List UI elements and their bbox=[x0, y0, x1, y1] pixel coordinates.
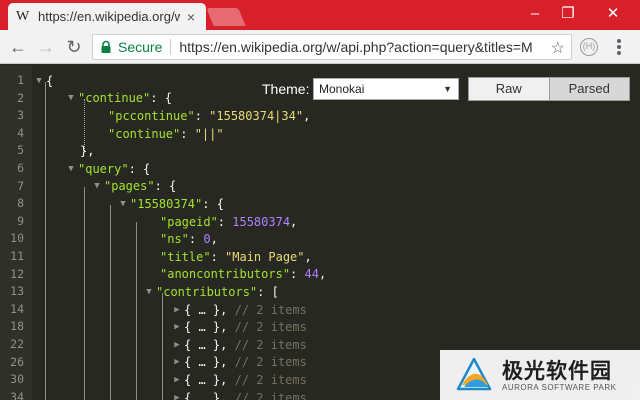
theme-select-value: Monokai bbox=[319, 82, 365, 96]
collapsed-contributor-row[interactable]: ▶{ … }, // 2 items bbox=[170, 354, 307, 372]
collapsed-contributor-row[interactable]: ▶{ … }, // 2 items bbox=[170, 318, 307, 336]
indent-guide bbox=[45, 82, 46, 400]
line-number: 30 bbox=[10, 372, 24, 387]
expand-arrow-icon[interactable]: ▶ bbox=[170, 340, 184, 350]
line-number-gutter: 1 2 3 4 5 6 7 8 9 10 11 12 13 14 18 22 26 30 34 bbox=[0, 65, 32, 400]
reload-button[interactable]: ↻ bbox=[64, 37, 84, 57]
code-line: ▼{ bbox=[32, 72, 53, 90]
indent-guide bbox=[136, 222, 137, 400]
line-number: 13 bbox=[10, 284, 24, 299]
line-number: 12 bbox=[10, 266, 24, 281]
line-number: 5 bbox=[17, 143, 24, 158]
new-tab-button[interactable] bbox=[206, 8, 246, 26]
tab-close-icon[interactable]: × bbox=[184, 9, 198, 25]
code-line: "continue": "||" bbox=[108, 126, 224, 141]
theme-label: Theme: bbox=[262, 81, 310, 97]
code-line: ▼ "pages": { bbox=[90, 178, 176, 196]
tab-strip: W https://en.wikipedia.org/w/api.php × –… bbox=[0, 0, 640, 30]
line-number: 22 bbox=[10, 337, 24, 351]
url-text[interactable]: https://en.wikipedia.org/w/api.php?actio… bbox=[179, 39, 571, 55]
collapse-arrow-icon[interactable]: ▼ bbox=[32, 76, 46, 86]
line-number: 18 bbox=[10, 319, 24, 334]
expand-arrow-icon[interactable]: ▶ bbox=[170, 393, 184, 400]
wikipedia-favicon-icon: W bbox=[16, 8, 30, 24]
line-number: 1 bbox=[17, 73, 24, 87]
line-number: 26 bbox=[10, 354, 24, 369]
forward-button[interactable]: → bbox=[36, 37, 56, 57]
expand-arrow-icon[interactable]: ▶ bbox=[170, 357, 184, 367]
line-number: 4 bbox=[17, 125, 24, 140]
code-line: "pccontinue": "15580374|34", bbox=[108, 108, 311, 123]
line-number: 34 bbox=[10, 389, 24, 400]
parsed-button[interactable]: Parsed bbox=[548, 78, 629, 100]
watermark: 极光软件园 AURORA SOFTWARE PARK bbox=[440, 350, 640, 400]
line-number: 14 bbox=[10, 301, 24, 316]
code-line: "pageid": 15580374, bbox=[160, 214, 298, 229]
collapsed-contributor-row[interactable]: ▶{ … }, // 2 items bbox=[170, 371, 307, 389]
indent-guide bbox=[110, 205, 111, 400]
collapsed-contributor-row[interactable]: ▶{ … }, // 2 items bbox=[170, 336, 307, 354]
collapse-arrow-icon[interactable]: ▼ bbox=[64, 93, 78, 103]
watermark-en: AURORA SOFTWARE PARK bbox=[502, 383, 617, 392]
watermark-cn: 极光软件园 bbox=[502, 360, 612, 383]
collapse-arrow-icon[interactable]: ▼ bbox=[90, 181, 104, 191]
collapse-arrow-icon[interactable]: ▼ bbox=[64, 164, 78, 174]
close-window-button[interactable]: ✕ bbox=[598, 4, 628, 24]
code-line: ▼ "continue": { bbox=[64, 90, 172, 108]
collapse-arrow-icon[interactable]: ▼ bbox=[116, 199, 130, 209]
collapse-arrow-icon[interactable]: ▼ bbox=[142, 287, 156, 297]
line-number: 2 bbox=[17, 90, 24, 105]
expand-arrow-icon[interactable]: ▶ bbox=[170, 305, 184, 315]
minimize-button[interactable]: – bbox=[520, 4, 550, 24]
bookmark-star-icon[interactable]: ☆ bbox=[551, 38, 565, 58]
code-line: "title": "Main Page", bbox=[160, 249, 312, 264]
line-number: 11 bbox=[10, 249, 24, 263]
code-line: "ns": 0, bbox=[160, 232, 218, 247]
collapsed-contributor-row[interactable]: ▶{ … }, // 2 items bbox=[170, 301, 307, 319]
code-line: "anoncontributors": 44, bbox=[160, 267, 327, 282]
tab-wikipedia-api[interactable]: W https://en.wikipedia.org/w/api.php × bbox=[8, 3, 206, 30]
theme-select[interactable]: Monokai ▼ bbox=[313, 78, 459, 100]
lock-icon bbox=[99, 40, 113, 54]
code-line: ▼ "query": { bbox=[64, 160, 150, 178]
restore-button[interactable]: ❐ bbox=[553, 4, 583, 24]
code-line: ▼ "15580374": { bbox=[116, 195, 224, 213]
browser-toolbar: ← → ↻ Secure https://en.wikipedia.org/w/… bbox=[0, 30, 640, 64]
line-number: 10 bbox=[10, 231, 24, 246]
expand-arrow-icon[interactable]: ▶ bbox=[170, 375, 184, 385]
collapsed-contributor-row[interactable]: ▶{ … }, // 2 items bbox=[170, 389, 307, 400]
omnibox-separator bbox=[170, 39, 172, 55]
indent-guide bbox=[162, 293, 163, 400]
expand-arrow-icon[interactable]: ▶ bbox=[170, 322, 184, 332]
browser-menu-icon[interactable] bbox=[612, 37, 626, 57]
aurora-logo-icon bbox=[456, 357, 492, 391]
dropdown-caret-icon: ▼ bbox=[443, 84, 452, 94]
view-toggle: Raw Parsed bbox=[468, 77, 630, 101]
back-button[interactable]: ← bbox=[8, 37, 28, 57]
line-number: 3 bbox=[17, 108, 24, 123]
extension-icon[interactable]: (H) bbox=[580, 38, 598, 56]
raw-button[interactable]: Raw bbox=[469, 78, 549, 100]
tab-title: https://en.wikipedia.org/w/api.php bbox=[38, 9, 180, 24]
code-line: ▼ "contributors": [ bbox=[142, 283, 279, 301]
line-number: 8 bbox=[17, 196, 24, 211]
indent-guide bbox=[84, 187, 85, 400]
line-number: 6 bbox=[17, 161, 24, 175]
secure-label: Secure bbox=[118, 39, 163, 55]
code-line: }, bbox=[80, 144, 95, 159]
line-number: 7 bbox=[17, 178, 24, 193]
address-bar[interactable]: Secure https://en.wikipedia.org/w/api.ph… bbox=[92, 34, 572, 60]
line-number: 9 bbox=[17, 213, 24, 228]
